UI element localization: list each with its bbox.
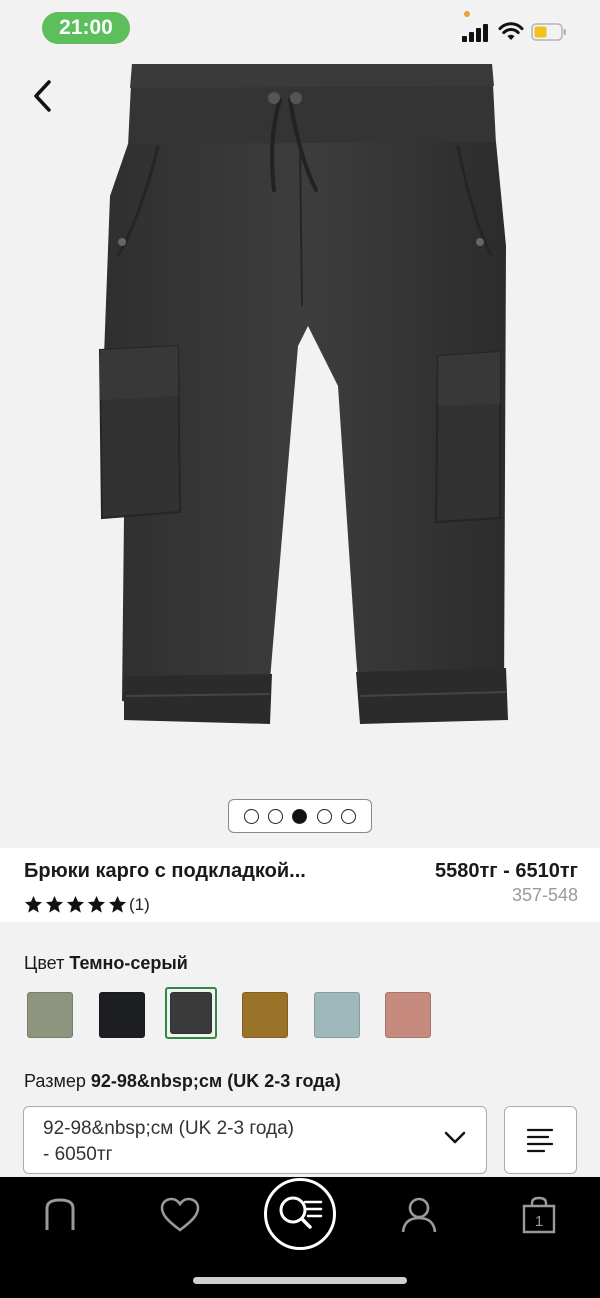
product-sku: 357-548 [511, 885, 578, 905]
selected-size-value: 92-98&nbsp;см (UK 2-3 года) [90, 1071, 341, 1091]
carousel-dot[interactable] [316, 808, 332, 824]
heart-icon [160, 1197, 200, 1232]
color-swatch-fill [27, 992, 73, 1038]
color-swatch[interactable] [382, 989, 434, 1041]
size-select[interactable]: 92-98&nbsp;см (UK 2-3 года) - 6050тг [23, 1106, 487, 1174]
bottom-navigation: 1 [0, 1177, 600, 1298]
size-select-line-2: - 6050тг [43, 1144, 113, 1165]
star-icon [108, 895, 127, 913]
battery-icon [531, 23, 566, 41]
nav-account-button[interactable] [397, 1193, 441, 1237]
color-swatch[interactable] [311, 989, 363, 1041]
nav-bag-button[interactable]: 1 [517, 1193, 561, 1237]
color-swatch-fill [242, 992, 288, 1038]
color-swatch-fill [170, 992, 212, 1034]
chevron-left-icon [34, 80, 51, 112]
rating-stars[interactable] [24, 895, 127, 914]
chevron-down-icon [444, 1131, 466, 1144]
color-swatch[interactable] [96, 989, 148, 1041]
color-swatch-fill [314, 992, 360, 1038]
carousel-dot[interactable] [244, 808, 260, 824]
home-indicator[interactable] [193, 1277, 407, 1284]
star-icon [24, 895, 43, 913]
color-swatch[interactable] [24, 989, 76, 1041]
cellular-signal-icon [462, 24, 490, 42]
user-icon [401, 1197, 437, 1233]
nav-favorites-button[interactable] [158, 1193, 202, 1237]
home-icon [45, 1198, 75, 1230]
bag-count: 1 [535, 1213, 543, 1230]
privacy-indicator-dot [464, 11, 470, 17]
product-image[interactable] [60, 56, 540, 756]
size-guide-button[interactable] [504, 1106, 577, 1174]
color-label-prefix: Цвет [24, 953, 65, 973]
review-count[interactable]: (1) [129, 895, 150, 915]
color-swatch[interactable] [239, 989, 291, 1041]
status-bar: 21:00 [0, 0, 600, 56]
color-swatch-fill [385, 992, 431, 1038]
product-info-card: Брюки карго с подкладкой... 5580тг - 651… [0, 848, 600, 922]
nav-home-button[interactable] [38, 1193, 82, 1237]
nav-search-button[interactable] [264, 1178, 336, 1250]
star-icon [87, 895, 106, 913]
star-icon [66, 895, 85, 913]
size-label-prefix: Размер [24, 1071, 86, 1091]
carousel-dot[interactable] [292, 808, 308, 824]
size-label: Размер 92-98&nbsp;см (UK 2-3 года) [24, 1071, 341, 1092]
size-guide-icon [526, 1128, 553, 1153]
bag-icon: 1 [522, 1196, 556, 1234]
color-swatch[interactable] [165, 987, 217, 1039]
status-time: 21:00 [42, 12, 130, 44]
color-label: Цвет Темно-серый [24, 953, 188, 974]
image-carousel-indicator[interactable] [228, 799, 372, 833]
wifi-icon [498, 22, 524, 40]
product-price: 5580тг - 6510тг [434, 860, 578, 882]
product-title: Брюки карго с подкладкой... [24, 860, 306, 882]
size-select-line-1: 92-98&nbsp;см (UK 2-3 года) [43, 1118, 294, 1139]
search-icon [279, 1196, 323, 1229]
star-icon [45, 895, 64, 913]
back-button[interactable] [24, 76, 60, 116]
carousel-dot[interactable] [340, 808, 356, 824]
selected-color-name: Темно-серый [69, 953, 188, 973]
carousel-dot[interactable] [268, 808, 284, 824]
color-swatch-fill [99, 992, 145, 1038]
